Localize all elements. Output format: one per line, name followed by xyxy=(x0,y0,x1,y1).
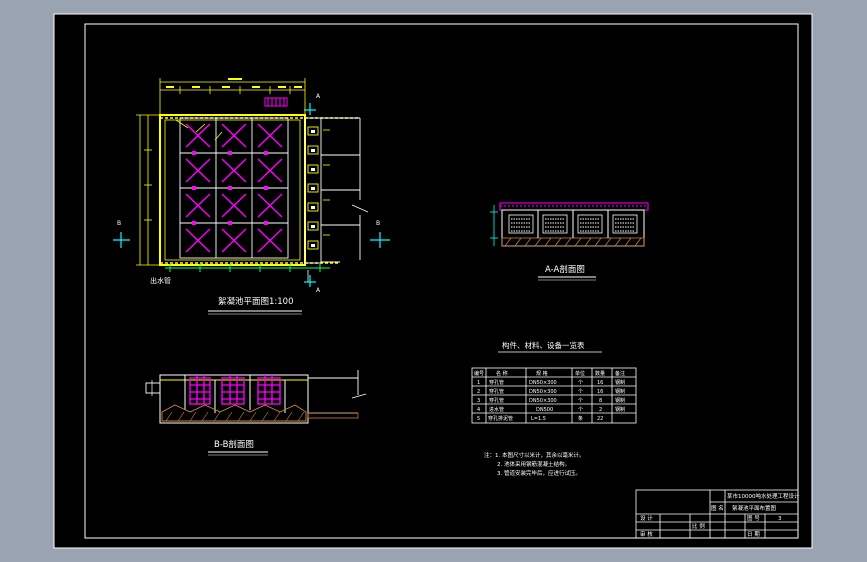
table-header: 编号 xyxy=(474,370,484,377)
title-block-cell: 日 期 xyxy=(747,531,760,538)
table-cell: L=1.5 xyxy=(531,416,546,422)
table-cell: 2 xyxy=(477,389,480,395)
table-cell: 个 xyxy=(578,380,583,386)
section-mark-b-left-label: B xyxy=(117,220,121,227)
table-header: 规 格 xyxy=(536,370,548,377)
table-cell: 3 xyxy=(477,398,480,404)
table-cell: DN50×300 xyxy=(529,380,557,386)
table-cell: 22 xyxy=(597,416,603,422)
title-block-project: 某市10000吨水处理工程设计 xyxy=(727,492,800,500)
table-cell: 5 xyxy=(477,416,480,422)
section-mark-b-right-label: B xyxy=(376,220,380,227)
table-cell: 个 xyxy=(578,407,583,413)
table-cell: 钢制 xyxy=(615,388,625,395)
table-cell: 穿孔管 xyxy=(489,379,504,386)
table-cell: 16 xyxy=(597,389,603,395)
table-cell: 进水管 xyxy=(489,406,504,413)
table-cell: 条 xyxy=(578,415,583,422)
note-line: 注：1. 本图尺寸以米计，其余以毫米计。 xyxy=(484,451,585,459)
table-cell: 16 xyxy=(597,380,603,386)
cad-drawing-viewport[interactable]: 出水管 B B A A 絮凝池平面图1:100 A-A剖面图 B-B剖面图 构件… xyxy=(0,0,867,562)
section-aa-title: A-A剖面图 xyxy=(545,264,585,275)
drawing-notes: 注：1. 本图尺寸以米计，其余以毫米计。 2. 池体采用钢筋混凝土结构。 3. … xyxy=(484,451,585,477)
table-header: 名 称 xyxy=(496,370,508,377)
materials-table-title: 构件、材料、设备一览表 xyxy=(502,340,585,350)
title-block-sheet-no: 3 xyxy=(778,516,782,522)
table-cell: DN500 xyxy=(536,407,553,413)
table-cell: 钢制 xyxy=(615,397,625,404)
table-header: 备注 xyxy=(615,370,625,377)
table-cell: 钢制 xyxy=(615,406,625,413)
table-cell: DN50×300 xyxy=(529,389,557,395)
table-cell: 个 xyxy=(578,398,583,404)
plan-outlet-label: 出水管 xyxy=(150,276,171,285)
table-cell: 2 xyxy=(599,407,602,413)
title-block-cell: 设 计 xyxy=(640,514,653,522)
table-cell: 穿孔管 xyxy=(489,397,504,404)
section-bb-title: B-B剖面图 xyxy=(214,439,254,450)
table-cell: 8 xyxy=(599,398,602,404)
table-cell: 穿孔排泥管 xyxy=(488,415,513,422)
title-block-drawing-name: 絮凝池平面布置图 xyxy=(732,504,777,512)
table-header: 单位 xyxy=(575,370,585,377)
title-block-cell: 审 核 xyxy=(640,530,653,538)
note-line: 2. 池体采用钢筋混凝土结构。 xyxy=(497,460,570,468)
table-cell: 穿孔管 xyxy=(489,388,504,395)
inlet-pipe-header xyxy=(264,97,288,107)
title-block-cell: 图 号 xyxy=(747,514,760,522)
table-cell: 钢制 xyxy=(615,379,625,386)
title-block-cell: 图 名 xyxy=(711,504,724,512)
table-cell: 1 xyxy=(477,380,480,386)
table-cell: 个 xyxy=(578,389,583,395)
title-block-cell: 比 例 xyxy=(692,522,705,530)
table-header: 数量 xyxy=(595,370,605,377)
plan-view-title: 絮凝池平面图1:100 xyxy=(218,296,294,307)
table-cell: DN50×300 xyxy=(529,398,557,404)
table-cell: 4 xyxy=(477,407,480,413)
note-line: 3. 管道安装完毕后，应进行试压。 xyxy=(497,469,581,477)
